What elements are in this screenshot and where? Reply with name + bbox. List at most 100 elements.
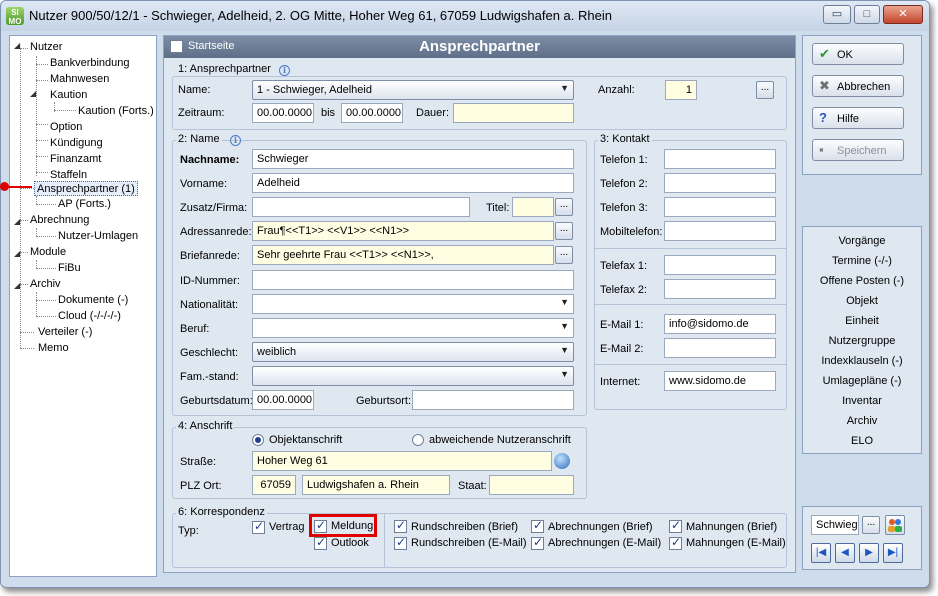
vertrag-checkbox[interactable] (252, 519, 265, 534)
vorname-field[interactable]: Adelheid (252, 173, 574, 193)
tree-item-kaution[interactable]: Kaution (50, 88, 87, 103)
globe-icon[interactable] (554, 453, 570, 469)
maximize-button[interactable]: □ (854, 5, 880, 24)
speichern-button[interactable]: ▪ Speichern (812, 139, 904, 161)
startseite-checkbox[interactable] (170, 40, 183, 53)
fax1-field[interactable] (664, 255, 776, 275)
internet-field[interactable]: www.sidomo.de (664, 371, 776, 391)
geburtsdatum-field[interactable]: 00.00.0000 (252, 390, 314, 410)
link-einheit[interactable]: Einheit (807, 315, 917, 327)
objektanschrift-radio[interactable] (252, 434, 264, 446)
link-vorgaenge[interactable]: Vorgänge (807, 235, 917, 247)
nachname-field[interactable]: Schwieger (252, 149, 574, 169)
expand-arrow-icon[interactable]: ◢ (14, 249, 20, 258)
idnummer-field[interactable] (252, 270, 574, 290)
tree-item-option[interactable]: Option (50, 120, 82, 135)
link-indexklauseln[interactable]: Indexklauseln (-) (807, 355, 917, 367)
fax2-field[interactable] (664, 279, 776, 299)
anzahl-ellipsis-button[interactable]: ... (756, 81, 774, 99)
ort-field[interactable]: Ludwigshafen a. Rhein (302, 475, 450, 495)
link-objekt[interactable]: Objekt (807, 295, 917, 307)
abrechnungen-brief-checkbox[interactable] (531, 518, 544, 533)
staat-field[interactable] (489, 475, 574, 495)
telefon3-field[interactable] (664, 197, 776, 217)
tree-item-kaution-forts[interactable]: Kaution (Forts.) (78, 104, 154, 119)
nav-next-button[interactable]: ▶ (859, 543, 879, 563)
link-termine[interactable]: Termine (-/-) (807, 255, 917, 267)
tree-item-bankverbindung[interactable]: Bankverbindung (50, 56, 130, 71)
telefon1-field[interactable] (664, 149, 776, 169)
meldung-checkbox[interactable] (314, 518, 327, 533)
tree-item-cloud[interactable]: Cloud (-/-/-/-) (58, 309, 121, 324)
zeitraum-to-field[interactable]: 00.00.0000 (341, 103, 403, 123)
email1-field[interactable]: info@sidomo.de (664, 314, 776, 334)
search-ellipsis-button[interactable]: ... (862, 516, 880, 534)
titel-field[interactable] (512, 197, 554, 217)
zusatz-field[interactable] (252, 197, 470, 217)
tree-item-mahnwesen[interactable]: Mahnwesen (50, 72, 109, 87)
link-elo[interactable]: ELO (807, 435, 917, 447)
nav-prev-button[interactable]: ◀ (835, 543, 855, 563)
mahnungen-brief-checkbox[interactable] (669, 518, 682, 533)
tree-item-dokumente[interactable]: Dokumente (-) (58, 293, 128, 308)
geburtsort-field[interactable] (412, 390, 574, 410)
adressanrede-ellipsis-button[interactable]: ... (555, 222, 573, 240)
hilfe-button[interactable]: ? Hilfe (812, 107, 904, 129)
tree-item-ansprechpartner[interactable]: Ansprechpartner (1) (34, 181, 138, 196)
rundschreiben-brief-checkbox[interactable] (394, 518, 407, 533)
tree-item-memo[interactable]: Memo (38, 341, 69, 356)
tree-item-module[interactable]: Module (30, 245, 66, 260)
link-archiv[interactable]: Archiv (807, 415, 917, 427)
expand-arrow-icon[interactable]: ◢ (14, 41, 20, 50)
outlook-checkbox[interactable] (314, 535, 327, 550)
anzahl-field[interactable]: 1 (665, 80, 697, 100)
link-umlageplaene[interactable]: Umlagepläne (-) (807, 375, 917, 387)
expand-arrow-icon[interactable]: ◢ (14, 217, 20, 226)
tree-item-fibu[interactable]: FiBu (58, 261, 81, 276)
link-nutzergruppe[interactable]: Nutzergruppe (807, 335, 917, 347)
dauer-field[interactable] (453, 103, 574, 123)
tree-item-verteiler[interactable]: Verteiler (-) (38, 325, 92, 340)
link-inventar[interactable]: Inventar (807, 395, 917, 407)
titel-ellipsis-button[interactable]: ... (555, 198, 573, 216)
rundschreiben-email-checkbox[interactable] (394, 535, 407, 550)
info-icon[interactable]: i (230, 135, 241, 146)
search-input[interactable]: Schwieg (811, 515, 859, 535)
tree-item-kuendigung[interactable]: Kündigung (50, 136, 103, 151)
ansprechpartner-select[interactable]: 1 - Schwieger, Adelheid ▼ (252, 80, 574, 100)
close-button[interactable]: ✕ (883, 5, 923, 24)
briefanrede-ellipsis-button[interactable]: ... (555, 246, 573, 264)
zusatz-label: Zusatz/Firma: (180, 202, 248, 214)
abrechnungen-email-checkbox[interactable] (531, 535, 544, 550)
abbrechen-button[interactable]: ✖ Abbrechen (812, 75, 904, 97)
adressanrede-field[interactable]: Frau¶<<T1>> <<V1>> <<N1>> (252, 221, 554, 241)
nav-first-button[interactable]: |◀ (811, 543, 831, 563)
link-offene-posten[interactable]: Offene Posten (-) (807, 275, 917, 287)
tree-item-abrechnung[interactable]: Abrechnung (30, 213, 89, 228)
expand-arrow-icon[interactable]: ◢ (14, 281, 20, 290)
people-icon[interactable] (885, 515, 905, 535)
minimize-button[interactable]: ▭ (823, 5, 851, 24)
email2-field[interactable] (664, 338, 776, 358)
mahnungen-email-checkbox[interactable] (669, 535, 682, 550)
zeitraum-from-field[interactable]: 00.00.0000 (252, 103, 314, 123)
nationalitaet-select[interactable]: ▼ (252, 294, 574, 314)
tree-item-finanzamt[interactable]: Finanzamt (50, 152, 101, 167)
nav-last-button[interactable]: ▶| (883, 543, 903, 563)
famstand-select[interactable]: ▼ (252, 366, 574, 386)
mobil-field[interactable] (664, 221, 776, 241)
beruf-select[interactable]: ▼ (252, 318, 574, 338)
briefanrede-field[interactable]: Sehr geehrte Frau <<T1>> <<N1>>, (252, 245, 554, 265)
telefon2-field[interactable] (664, 173, 776, 193)
strasse-field[interactable]: Hoher Weg 61 (252, 451, 552, 471)
plz-field[interactable]: 67059 (252, 475, 296, 495)
tree-item-archiv[interactable]: Archiv (30, 277, 61, 292)
abweichende-anschrift-radio[interactable] (412, 434, 424, 446)
geschlecht-select[interactable]: weiblich ▼ (252, 342, 574, 362)
ok-button[interactable]: ✔ OK (812, 43, 904, 65)
tree-item-nutzer[interactable]: Nutzer (30, 40, 62, 55)
tree-item-nutzer-umlagen[interactable]: Nutzer-Umlagen (58, 229, 138, 244)
expand-arrow-icon[interactable]: ◢ (30, 89, 36, 98)
tree-item-ap-forts[interactable]: AP (Forts.) (58, 197, 111, 212)
info-icon[interactable]: i (279, 65, 290, 76)
